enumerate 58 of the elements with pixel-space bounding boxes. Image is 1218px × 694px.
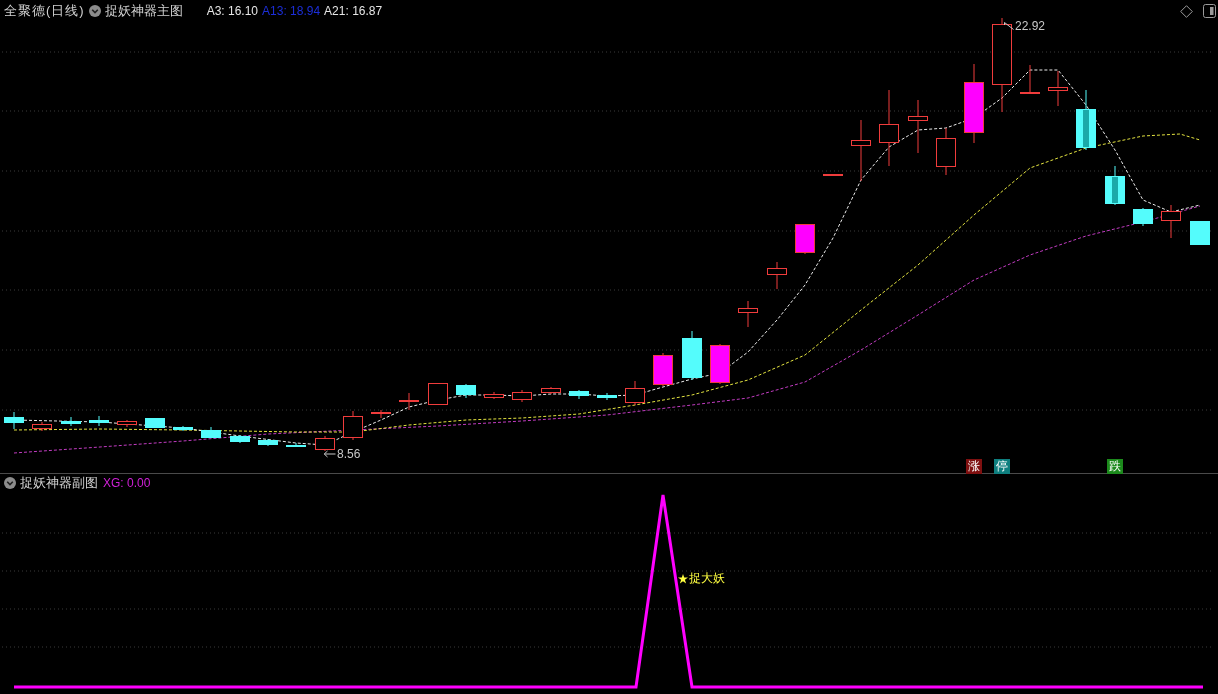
indicator-value: A3: 16.10: [206, 4, 259, 18]
candlestick: [286, 442, 306, 448]
candlestick: [541, 386, 561, 395]
candlestick: [428, 382, 448, 406]
chevron-circle-icon[interactable]: [4, 476, 16, 489]
leader-line-icon: [1004, 22, 1014, 30]
candlestick: [908, 99, 928, 154]
stock-title: 全聚德(日线): [4, 2, 85, 20]
candlestick: [315, 435, 335, 452]
candlestick: [343, 410, 363, 441]
window-icon[interactable]: [1203, 4, 1216, 18]
chevron-circle-icon[interactable]: [88, 5, 101, 17]
candlestick: [767, 261, 787, 290]
candlestick: [569, 389, 589, 400]
candlestick: [1020, 64, 1040, 94]
signal-tag: 涨: [966, 459, 982, 474]
candlestick: [512, 389, 532, 403]
candlestick: [682, 330, 702, 381]
candlestick: [795, 223, 815, 255]
candlestick: [653, 352, 673, 387]
candlestick: [145, 417, 165, 429]
price-label: 22.92: [1015, 19, 1046, 33]
candlestick: [710, 343, 730, 385]
indicator-name[interactable]: 捉妖神器副图: [20, 473, 98, 492]
candlestick: [456, 383, 476, 399]
candlestick: [61, 416, 81, 427]
candlestick: [823, 173, 843, 176]
signal-label: 捉大妖: [689, 570, 725, 587]
candlestick: [738, 300, 758, 328]
candlestick: [936, 127, 956, 176]
price-label: 8.56: [337, 447, 361, 461]
signal-tag: 停: [994, 459, 1010, 474]
indicator-name[interactable]: 捉妖神器主图: [104, 2, 183, 20]
indicator-value: A13: 18.94: [262, 4, 321, 18]
candlestick: [1190, 220, 1210, 246]
candlestick: [371, 409, 391, 419]
candlestick: [1076, 89, 1096, 151]
diamond-icon[interactable]: [1180, 4, 1193, 18]
candlestick: [851, 119, 871, 182]
candlestick: [4, 411, 24, 430]
candlestick: [1105, 165, 1125, 206]
star-icon: [678, 573, 688, 584]
candlestick: [173, 425, 193, 432]
indicator-value: XG: 0.00: [103, 475, 151, 490]
candlestick: [1161, 204, 1181, 239]
candlestick: [230, 434, 250, 444]
candlestick: [1048, 70, 1068, 107]
candlestick: [399, 392, 419, 411]
candlestick: [32, 421, 52, 432]
signal-tag: 跌: [1107, 459, 1123, 474]
candlestick: [117, 419, 137, 428]
candlestick: [89, 415, 109, 427]
candlestick: [625, 380, 645, 406]
candlestick: [1133, 207, 1153, 227]
indicator-value: A21: 16.87: [324, 4, 383, 18]
candlestick: [258, 438, 278, 447]
candlestick: [201, 426, 221, 439]
arrow-icon: [323, 450, 336, 458]
